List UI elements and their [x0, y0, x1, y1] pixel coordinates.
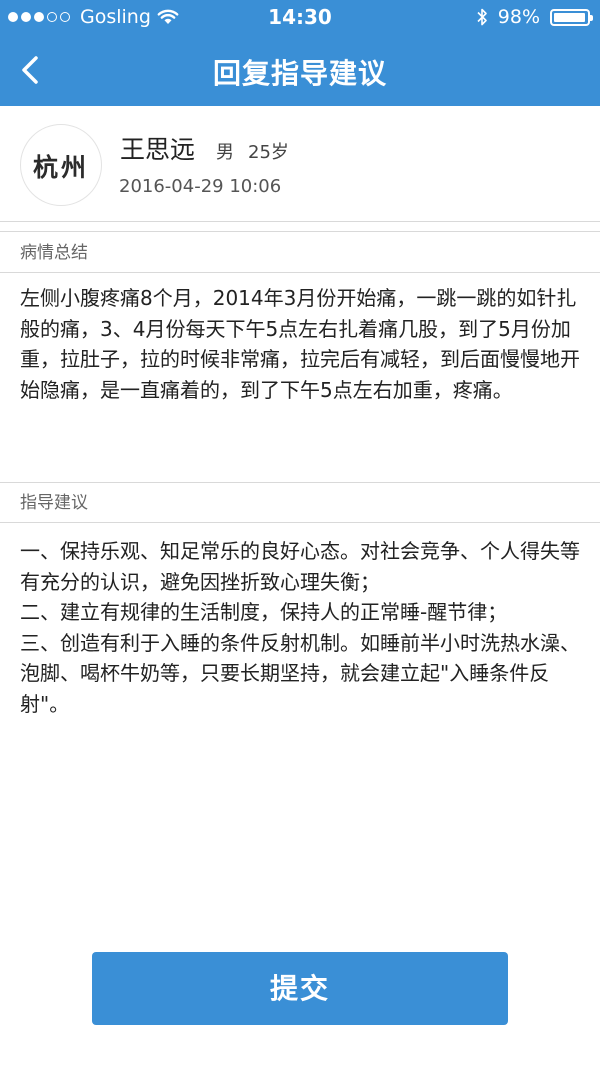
- navigation-bar: 回复指导建议: [0, 36, 600, 106]
- patient-datetime: 2016-04-29 10:06: [119, 176, 282, 197]
- page-title: 回复指导建议: [212, 57, 387, 90]
- submit-button[interactable]: 提交: [92, 952, 508, 1025]
- top-header: Gosling 14:30 98% 回复指导建议: [0, 0, 600, 106]
- status-right: 98%: [476, 6, 593, 28]
- patient-name: 王思远: [120, 135, 196, 164]
- avatar-text: 杭州: [33, 153, 89, 182]
- advice-section-label: 指导建议: [0, 482, 600, 523]
- advice-text[interactable]: 一、保持乐观、知足常乐的良好心态。对社会竞争、个人得失等有充分的认识，避免因挫折…: [20, 536, 580, 719]
- patient-card: 杭州 王思远 男 25岁 2016-04-29 10:06: [0, 106, 600, 222]
- summary-section-label: 病情总结: [0, 233, 600, 273]
- battery-percent: 98%: [497, 6, 540, 28]
- status-bar: Gosling 14:30 98%: [0, 0, 600, 36]
- battery-level: [554, 12, 586, 22]
- section-divider: [0, 222, 600, 232]
- avatar: 杭州: [20, 124, 102, 206]
- avatar-logo: 杭州: [33, 153, 89, 182]
- battery-icon: [550, 8, 593, 26]
- bluetooth-icon: [477, 8, 487, 26]
- patient-age: 25岁: [248, 142, 289, 163]
- patient-gender: 男: [216, 142, 234, 163]
- summary-text: 左侧小腹疼痛8个月，2014年3月份开始痛，一跳一跳的如针扎般的痛，3、4月份每…: [20, 286, 580, 402]
